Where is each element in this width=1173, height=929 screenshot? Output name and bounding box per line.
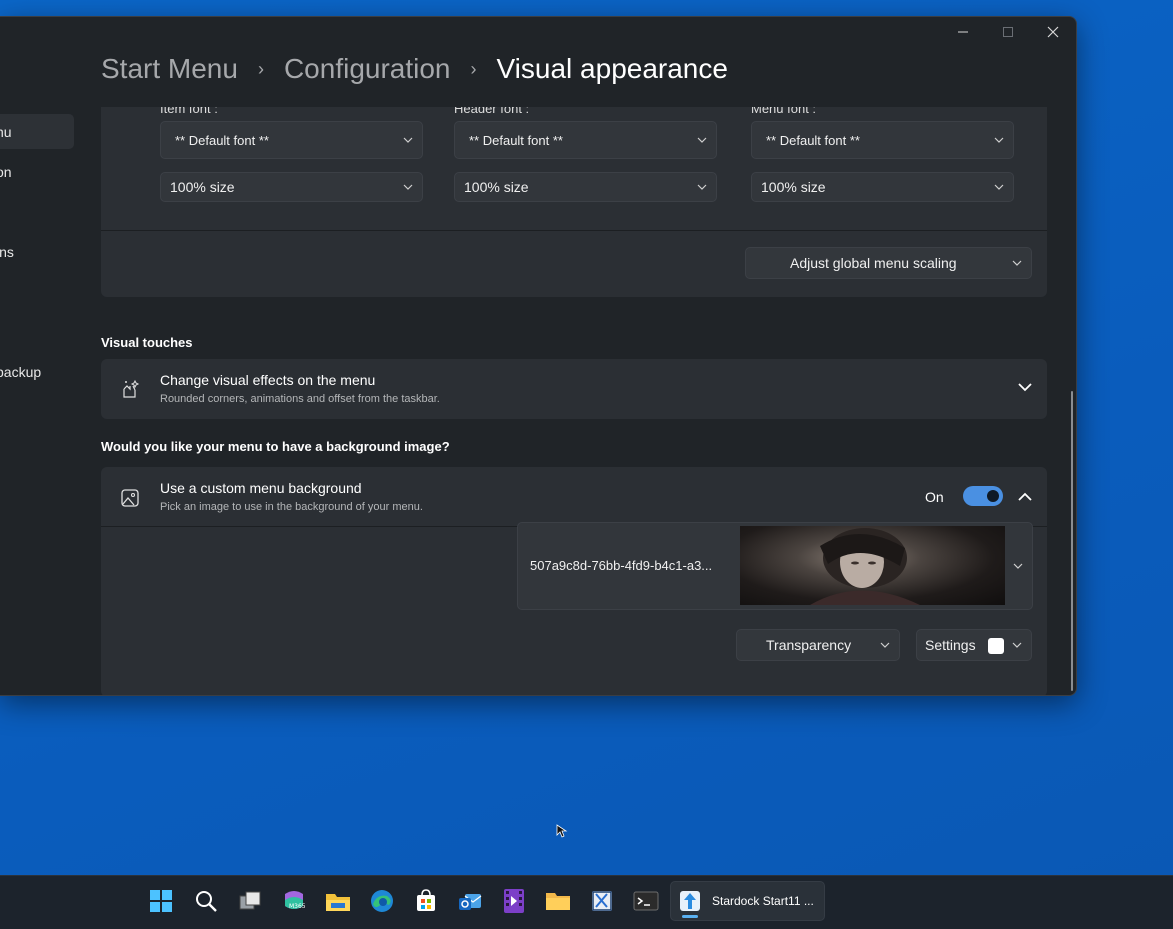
start-icon[interactable] [148,888,174,914]
terminal-icon[interactable] [633,888,659,914]
settings-button[interactable]: Settings [916,629,1032,661]
sidebar-item-label: ins [0,243,14,260]
start11-app-icon [680,891,700,911]
menu-font-dropdown[interactable]: ** Default font ** [751,121,1014,159]
background-heading: Would you like your menu to have a backg… [101,439,450,454]
minimize-icon [958,31,968,33]
header-font-label: Header font : [454,107,530,116]
breadcrumb-separator: › [257,58,264,79]
background-image-picker[interactable]: 507a9c8d-76bb-4fd9-b4c1-a3... [517,522,1033,610]
sidebar-item-configuration[interactable]: on [0,154,74,189]
page-title: Visual appearance [496,53,728,84]
sidebar-item-label: backup [0,363,42,380]
search-icon[interactable] [193,888,219,914]
sidebar-item-label: on [0,163,12,180]
outlook-icon[interactable] [457,888,483,914]
close-icon [1047,26,1059,38]
image-icon [121,489,139,507]
dropdown-value: 100% size [464,179,529,195]
chevron-down-icon [696,134,708,146]
settings-label: Settings [925,637,976,653]
dropdown-value: 100% size [170,179,235,195]
chevron-down-icon [402,134,414,146]
menu-size-dropdown[interactable]: 100% size [751,172,1014,202]
chevron-up-icon[interactable] [1018,492,1032,501]
breadcrumb-configuration[interactable]: Configuration [284,53,451,85]
toggle-state-label: On [925,489,944,505]
file-explorer-icon[interactable] [325,888,351,914]
chevron-down-icon[interactable] [1018,383,1032,392]
chevron-down-icon [993,134,1005,146]
folder-icon[interactable] [545,888,571,914]
header-size-dropdown[interactable]: 100% size [454,172,717,202]
mouse-cursor-icon [556,824,568,838]
dropdown-value: ** Default font ** [469,132,563,148]
snipping-icon[interactable] [589,888,615,914]
item-font-dropdown[interactable]: ** Default font ** [160,121,423,159]
breadcrumb: Start Menu › Configuration › Visual appe… [101,49,728,89]
custom-background-subtitle: Pick an image to use in the background o… [160,501,423,513]
taskbar: M365 Stardock Start11 ... [0,875,1173,929]
chevron-down-icon [1012,560,1024,572]
taskbar-app-label: Stardock Start11 ... [712,894,814,908]
menu-font-label: Menu font : [751,107,817,116]
adjust-scaling-button[interactable]: Adjust global menu scaling [745,247,1032,279]
adjust-scaling-label: Adjust global menu scaling [790,255,957,271]
custom-background-title: Use a custom menu background [160,480,362,496]
chevron-down-icon [402,181,414,193]
header-font-dropdown[interactable]: ** Default font ** [454,121,717,159]
chevron-down-icon [879,639,891,651]
svg-text:M365: M365 [289,903,306,910]
store-icon[interactable] [413,888,439,914]
portrait-thumbnail [810,528,920,605]
color-swatch[interactable] [988,638,1004,654]
sidebar-item-menu[interactable]: nu [0,114,74,149]
transparency-label: Transparency [766,637,852,653]
custom-background-toggle[interactable] [963,486,1003,506]
settings-window: nu on ins backup Start Menu › Configurat… [0,16,1077,696]
divider [101,230,1047,231]
chevron-down-icon [993,181,1005,193]
sidebar-item-backup[interactable]: backup [0,354,74,389]
chevron-down-icon [1011,639,1023,651]
toggle-knob [987,490,999,502]
scrollbar[interactable] [1071,391,1073,691]
maximize-button[interactable] [985,17,1031,47]
maximize-icon [1003,27,1013,37]
minimize-button[interactable] [940,17,986,47]
active-indicator [682,915,698,918]
background-image-thumbnail [740,526,1005,605]
visual-effects-card[interactable]: Change visual effects on the menu Rounde… [101,359,1047,419]
dropdown-value: 100% size [761,179,826,195]
breadcrumb-separator: › [470,58,477,79]
clipchamp-icon[interactable] [501,888,527,914]
image-filename: 507a9c8d-76bb-4fd9-b4c1-a3... [530,558,713,573]
edge-icon[interactable] [369,888,395,914]
m365-icon[interactable]: M365 [281,888,307,914]
transparency-button[interactable]: Transparency [736,629,900,661]
dropdown-value: ** Default font ** [766,132,860,148]
sparkle-hand-icon [123,379,140,398]
chevron-down-icon [696,181,708,193]
visual-effects-title: Change visual effects on the menu [160,372,376,388]
visual-touches-heading: Visual touches [101,335,193,350]
sidebar-item-label: nu [0,123,12,140]
fonts-card: Item font : ** Default font ** 100% size… [101,107,1047,297]
close-button[interactable] [1030,17,1076,47]
item-font-label: Item font : [160,107,218,116]
visual-effects-subtitle: Rounded corners, animations and offset f… [160,393,440,405]
chevron-down-icon [1011,257,1023,269]
item-size-dropdown[interactable]: 100% size [160,172,423,202]
taskbar-app-start11[interactable]: Stardock Start11 ... [670,881,825,921]
dropdown-value: ** Default font ** [175,132,269,148]
task-view-icon[interactable] [237,888,263,914]
breadcrumb-start-menu[interactable]: Start Menu [101,53,238,85]
sidebar-item-plugins[interactable]: ins [0,234,74,269]
